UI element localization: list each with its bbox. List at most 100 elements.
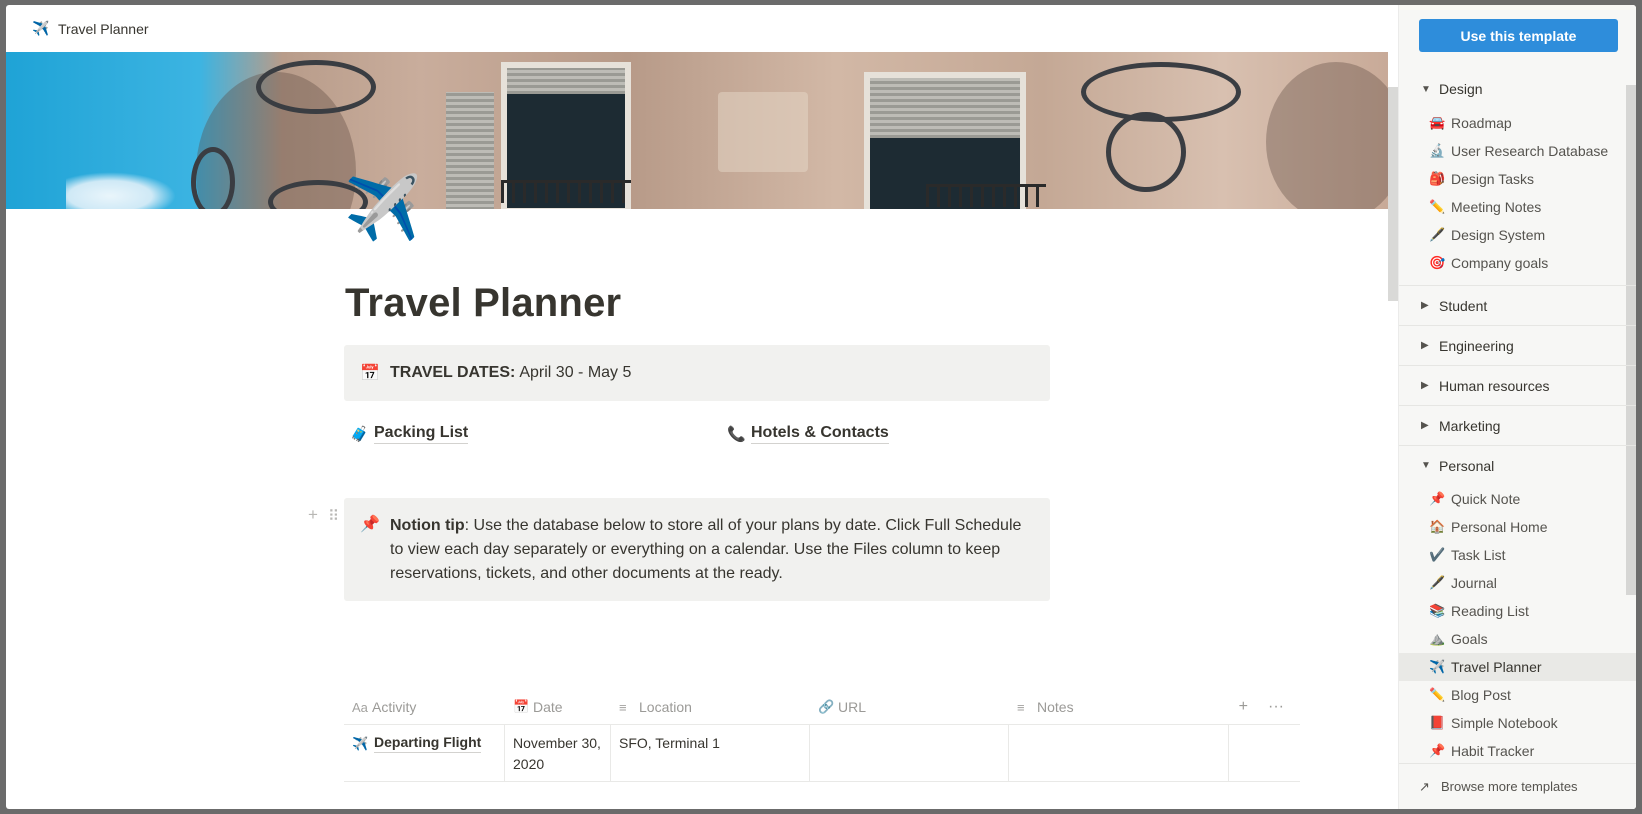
cover-image — [6, 52, 1388, 209]
hotels-contacts-link[interactable]: 📞 Hotels & Contacts — [727, 423, 889, 444]
template-emoji-icon: 🎒 — [1429, 171, 1446, 186]
template-category[interactable]: ▶ Marketing — [1399, 405, 1636, 445]
arrow-up-right-icon: ↗ — [1419, 778, 1430, 794]
template-category[interactable]: ▼ Design — [1399, 69, 1636, 109]
column-actions: + ··· — [1229, 690, 1300, 724]
column-header-location[interactable]: ≡ Location — [611, 690, 810, 724]
template-item[interactable]: 🎒 Design Tasks — [1399, 165, 1636, 193]
template-category[interactable]: ▶ Human resources — [1399, 365, 1636, 405]
add-column-icon[interactable]: + — [1239, 698, 1248, 716]
template-item[interactable]: 📌 Quick Note — [1399, 485, 1636, 513]
pushpin-icon: 📌 — [360, 516, 380, 533]
more-options-icon[interactable]: ··· — [1268, 698, 1284, 716]
browse-more-templates-link[interactable]: ↗ Browse more templates — [1399, 763, 1636, 809]
column-label: Notes — [1037, 699, 1074, 715]
template-emoji-icon: 📚 — [1429, 603, 1446, 618]
template-item[interactable]: ✔️ Task List — [1399, 541, 1636, 569]
cell-date[interactable]: November 30, 2020 — [505, 725, 611, 781]
template-item[interactable]: 📕 Simple Notebook — [1399, 709, 1636, 737]
page-airplane-icon[interactable]: ✈️ — [344, 173, 421, 245]
text-property-icon: Aa — [352, 699, 368, 715]
travel-dates-callout[interactable]: 📅 TRAVEL DATES: April 30 - May 5 — [344, 345, 1050, 401]
column-header-url[interactable]: 🔗 URL — [810, 690, 1009, 724]
template-category[interactable]: ▼ Personal — [1399, 445, 1636, 485]
category-label: Engineering — [1439, 337, 1514, 354]
template-items: 🚘 Roadmap 🔬 User Research Database 🎒 Design T… — [1399, 109, 1636, 285]
template-item[interactable]: 🎯 Company goals — [1399, 249, 1636, 277]
template-item-label: Quick Note — [1451, 491, 1521, 507]
category-label: Human resources — [1439, 377, 1550, 394]
breadcrumb-title[interactable]: Travel Planner — [58, 21, 149, 37]
template-items: 📌 Quick Note 🏠 Personal Home ✔️ Task List 🖋️ Jo… — [1399, 485, 1636, 773]
triangle-right-icon: ▶ — [1421, 300, 1429, 311]
template-emoji-icon: ✏️ — [1429, 687, 1446, 702]
page-content: ✈️ Travel Planner ✈️ Travel Planner 📅 TR… — [6, 5, 1398, 809]
cell-url[interactable] — [810, 725, 1009, 781]
template-category-list: ▼ Design 🚘 Roadmap 🔬 User Research Database 🎒 D… — [1399, 69, 1636, 773]
template-item-label: Travel Planner — [1451, 659, 1542, 675]
airplane-icon: ✈️ — [32, 20, 50, 36]
column-label: Location — [639, 699, 692, 715]
notion-tip-callout[interactable]: 📌 Notion tip: Use the database below to … — [344, 498, 1050, 601]
triangle-right-icon: ▶ — [1421, 380, 1429, 391]
category-label: Design — [1439, 81, 1483, 97]
template-item[interactable]: 🖋️ Design System — [1399, 221, 1636, 249]
column-header-notes[interactable]: ≡ Notes — [1009, 690, 1229, 724]
text-lines-icon: ≡ — [619, 699, 627, 715]
template-item-label: Goals — [1451, 631, 1488, 647]
main-scrollbar[interactable] — [1388, 87, 1398, 301]
notion-tip-text: Notion tip: Use the database below to st… — [390, 514, 1032, 601]
cell-location[interactable]: SFO, Terminal 1 — [611, 725, 810, 781]
browse-more-label: Browse more templates — [1441, 779, 1578, 794]
add-block-icon[interactable]: + — [308, 505, 318, 525]
template-emoji-icon: ✏️ — [1429, 199, 1446, 214]
calendar-icon: 📅 — [360, 365, 380, 382]
column-header-date[interactable]: 📅 Date — [505, 690, 611, 724]
template-item-label: Company goals — [1451, 255, 1549, 271]
drag-handle-icon[interactable]: ⠿ — [328, 507, 339, 525]
template-item-label: Task List — [1451, 547, 1506, 563]
template-item[interactable]: 🏠 Personal Home — [1399, 513, 1636, 541]
cell-activity[interactable]: ✈️ Departing Flight — [344, 725, 505, 781]
template-item[interactable]: 🔬 User Research Database — [1399, 137, 1636, 165]
column-label: Activity — [372, 699, 417, 715]
template-item-label: Design Tasks — [1451, 171, 1535, 187]
template-item-label: User Research Database — [1451, 143, 1609, 159]
template-category[interactable]: ▶ Student — [1399, 285, 1636, 325]
use-template-button[interactable]: Use this template — [1419, 19, 1618, 52]
triangle-down-icon: ▼ — [1421, 83, 1431, 95]
template-emoji-icon: ✈️ — [1429, 659, 1446, 674]
cell-notes[interactable] — [1009, 725, 1229, 781]
template-category[interactable]: ▶ Engineering — [1399, 325, 1636, 365]
template-item[interactable]: 📌 Habit Tracker — [1399, 737, 1636, 765]
template-preview-window: ✈️ Travel Planner ✈️ Travel Planner 📅 TR… — [6, 5, 1636, 809]
calendar-icon: 📅 — [513, 699, 530, 714]
topbar: ✈️ Travel Planner — [6, 5, 1398, 52]
hotels-contacts-label: Hotels & Contacts — [751, 423, 889, 444]
activity-name: Departing Flight — [374, 733, 482, 753]
page-title[interactable]: Travel Planner — [345, 281, 621, 326]
packing-list-link[interactable]: 🧳 Packing List — [350, 423, 469, 444]
template-item-label: Journal — [1451, 575, 1497, 591]
triangle-down-icon: ▼ — [1421, 460, 1431, 471]
template-item[interactable]: ✏️ Blog Post — [1399, 681, 1636, 709]
template-item[interactable]: ⛰️ Goals — [1399, 625, 1636, 653]
luggage-icon: 🧳 — [350, 425, 369, 443]
template-item[interactable]: 📚 Reading List — [1399, 597, 1636, 625]
column-label: Date — [533, 699, 563, 715]
table-row[interactable]: ✈️ Departing Flight November 30, 2020 SFO… — [344, 725, 1300, 782]
airplane-icon: ✈️ — [352, 736, 369, 751]
travel-dates-label: TRAVEL DATES: — [390, 364, 516, 381]
template-item[interactable]: 🖋️ Journal — [1399, 569, 1636, 597]
template-item[interactable]: ✈️ Travel Planner — [1399, 653, 1636, 681]
triangle-right-icon: ▶ — [1421, 340, 1429, 351]
template-item[interactable]: ✏️ Meeting Notes — [1399, 193, 1636, 221]
template-item-label: Habit Tracker — [1451, 743, 1535, 759]
column-header-activity[interactable]: Aa Activity — [344, 690, 505, 724]
phone-icon: 📞 — [727, 425, 746, 443]
column-label: URL — [838, 699, 867, 715]
template-emoji-icon: ⛰️ — [1429, 631, 1446, 646]
template-item-label: Design System — [1451, 227, 1546, 243]
template-item[interactable]: 🚘 Roadmap — [1399, 109, 1636, 137]
triangle-right-icon: ▶ — [1421, 420, 1429, 431]
